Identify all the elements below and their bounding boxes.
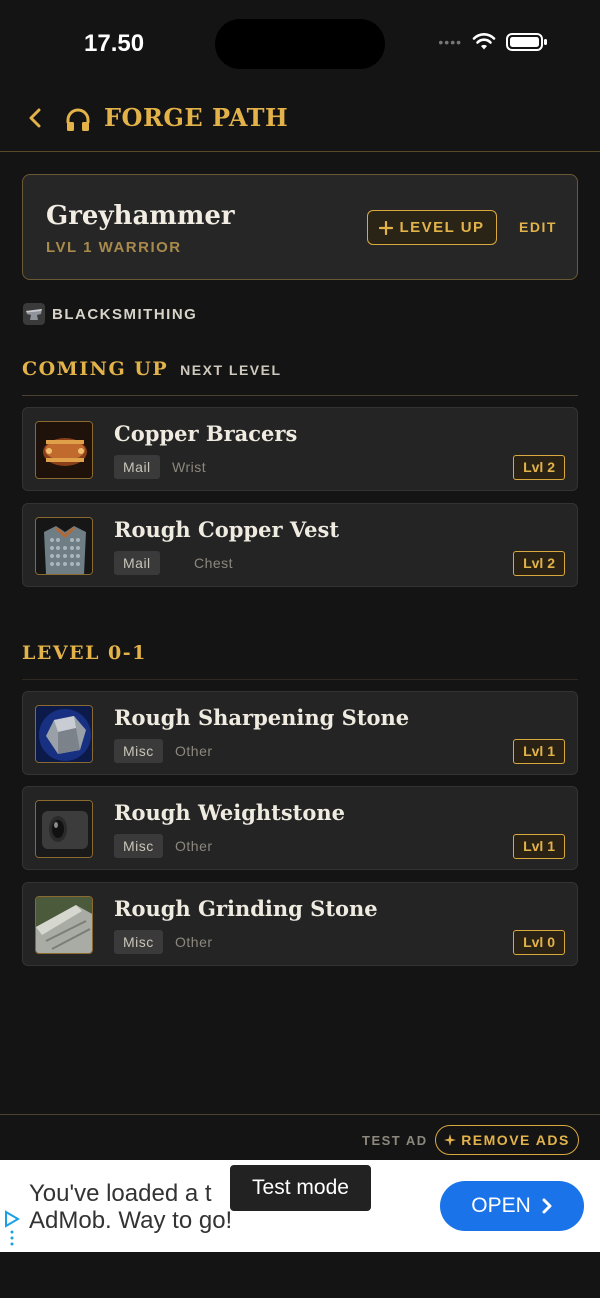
list-item[interactable]: Rough Grinding Stone Misc Other Lvl 0 [22, 882, 578, 966]
item-name: Rough Grinding Stone [114, 896, 378, 921]
section-header-level-0-1: LEVEL 0-1 [22, 642, 578, 678]
list-item[interactable]: Rough Sharpening Stone Misc Other Lvl 1 [22, 691, 578, 775]
section-divider [22, 679, 578, 680]
copper-bracers-icon [35, 421, 93, 479]
grinding-stone-icon [35, 896, 93, 954]
item-slot: Chest [194, 555, 234, 571]
item-slot: Other [175, 838, 213, 854]
ad-text-line1: You've loaded a t [29, 1180, 212, 1207]
item-level-badge: Lvl 1 [513, 834, 565, 859]
ad-open-button[interactable]: OPEN [440, 1181, 584, 1231]
item-type-badge: Mail [114, 455, 160, 479]
ad-choices-icon[interactable] [4, 1210, 20, 1251]
character-name: Greyhammer [46, 201, 235, 231]
section-header-coming-up: COMING UP NEXT LEVEL [22, 358, 578, 394]
section-subtitle: NEXT LEVEL [180, 362, 282, 378]
list-item[interactable]: Rough Weightstone Misc Other Lvl 1 [22, 786, 578, 870]
footer-divider [0, 1114, 600, 1115]
section-title: COMING UP [22, 358, 169, 380]
item-slot: Wrist [172, 459, 207, 475]
edit-button[interactable]: EDIT [519, 219, 557, 235]
sharpening-stone-icon [35, 705, 93, 763]
character-subtitle: LVL 1 WARRIOR [46, 239, 182, 256]
status-indicators: •••• [438, 32, 548, 52]
signal-icon: •••• [438, 34, 462, 50]
item-slot: Other [175, 743, 213, 759]
status-time: 17.50 [84, 30, 145, 57]
item-slot: Other [175, 934, 213, 950]
item-name: Rough Sharpening Stone [114, 705, 410, 730]
weightstone-icon [35, 800, 93, 858]
character-card: Greyhammer LVL 1 WARRIOR LEVEL UP EDIT [22, 174, 578, 280]
nav-bar: FORGE PATH [0, 92, 600, 152]
level-up-label: LEVEL UP [399, 219, 485, 236]
item-name: Copper Bracers [114, 421, 298, 446]
anvil-icon [23, 303, 45, 325]
item-type-badge: Mail [114, 551, 160, 575]
profession-label: BLACKSMITHING [52, 305, 198, 323]
remove-ads-label: REMOVE ADS [461, 1132, 570, 1148]
plus-icon [379, 220, 394, 235]
item-type-badge: Misc [114, 834, 163, 858]
profession-row: BLACKSMITHING [22, 300, 197, 328]
section-title: LEVEL 0-1 [22, 642, 147, 664]
test-mode-toast: Test mode [230, 1165, 371, 1211]
dynamic-island [215, 19, 385, 69]
item-level-badge: Lvl 2 [513, 455, 565, 480]
wifi-icon [472, 33, 496, 50]
page-title: FORGE PATH [104, 103, 289, 132]
list-item[interactable]: Rough Copper Vest Mail Chest Lvl 2 [22, 503, 578, 587]
ad-banner[interactable]: You've loaded a t AdMob. Way to go! Test… [0, 1160, 600, 1252]
chevron-left-icon [29, 108, 41, 128]
item-type-badge: Misc [114, 739, 163, 763]
item-level-badge: Lvl 0 [513, 930, 565, 955]
list-item[interactable]: Copper Bracers Mail Wrist Lvl 2 [22, 407, 578, 491]
status-bar: 17.50 •••• [0, 0, 600, 90]
battery-icon [506, 33, 547, 51]
item-level-badge: Lvl 1 [513, 739, 565, 764]
chevron-right-icon [542, 1198, 552, 1214]
item-name: Rough Weightstone [114, 800, 346, 825]
headphones-icon [64, 106, 92, 139]
level-up-button[interactable]: LEVEL UP [367, 210, 497, 245]
back-button[interactable] [24, 104, 54, 134]
test-ad-label: TEST AD [362, 1133, 428, 1148]
copper-vest-icon [35, 517, 93, 575]
ad-text: You've loaded a t AdMob. Way to go! [29, 1180, 249, 1234]
item-name: Rough Copper Vest [114, 517, 340, 542]
sparkle-icon [444, 1134, 457, 1146]
ad-text-line2: AdMob. Way to go! [29, 1207, 233, 1234]
item-level-badge: Lvl 2 [513, 551, 565, 576]
ad-open-label: OPEN [471, 1194, 531, 1217]
remove-ads-button[interactable]: REMOVE ADS [435, 1125, 579, 1155]
item-type-badge: Misc [114, 930, 163, 954]
section-divider [22, 395, 578, 396]
